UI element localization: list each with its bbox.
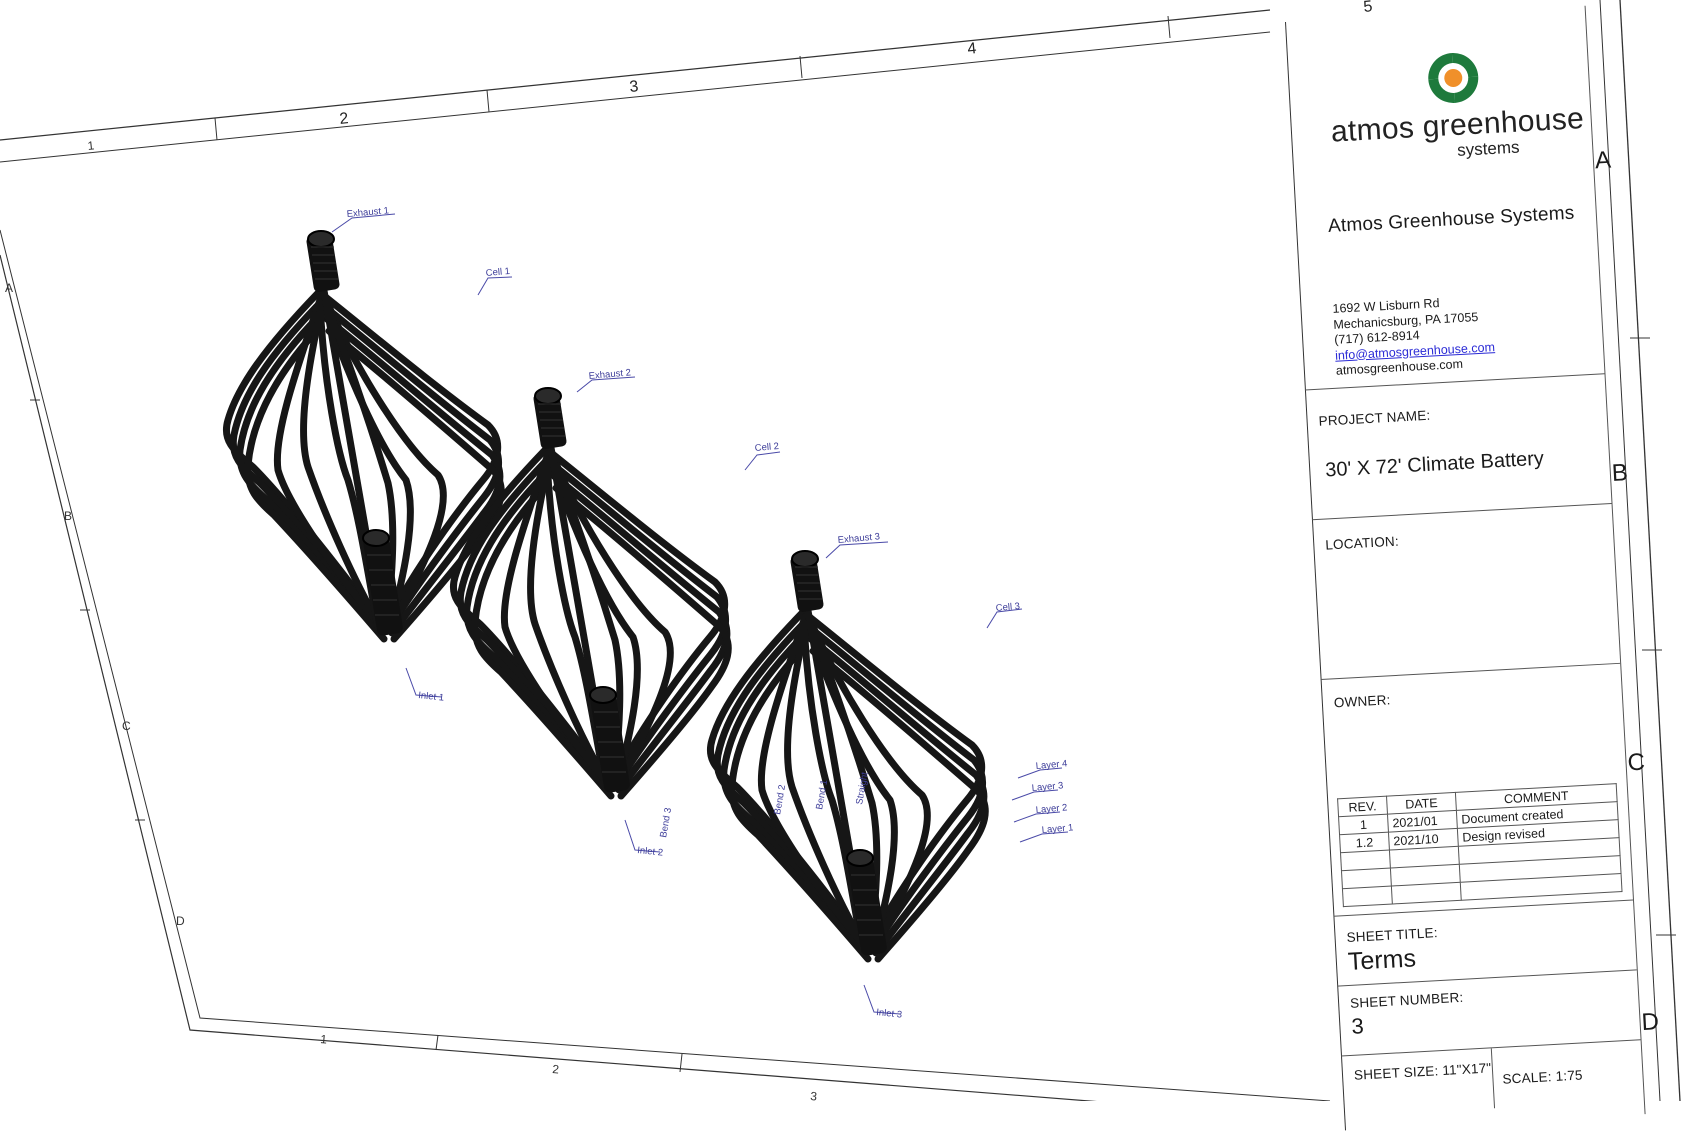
border-number: 4 <box>967 40 978 58</box>
company-logo: atmos greenhouse systems <box>1327 36 1593 160</box>
label-cell-3: Cell 3 <box>995 601 1020 614</box>
border-number: 1 <box>87 138 95 153</box>
coil-cell-3 <box>710 551 985 959</box>
label-bend-2: Bend 2 <box>772 784 788 816</box>
zone-letter-a: A <box>1594 146 1612 175</box>
label-layer-4: Layer 4 <box>1035 758 1068 772</box>
border-top-numbers: 1 2 3 4 5 <box>87 0 1374 153</box>
owner-label: OWNER: <box>1333 692 1391 711</box>
border-number: 2 <box>339 110 350 128</box>
title-block: atmos greenhouse systems Atmos Greenhous… <box>1285 4 1671 1131</box>
border-number: 2 <box>552 1062 560 1077</box>
border-letter: A <box>5 281 13 295</box>
label-bend-3: Bend 3 <box>658 807 674 839</box>
revision-table: REV. DATE COMMENT 1 2021/01 Document cre… <box>1337 783 1623 907</box>
sheet-title-label: SHEET TITLE: <box>1346 925 1439 945</box>
label-inlet-3: Inlet 3 <box>876 1007 903 1021</box>
project-name-label: PROJECT NAME: <box>1318 407 1431 429</box>
size-scale-divider <box>1490 1048 1496 1109</box>
label-cell-1: Cell 1 <box>485 266 510 279</box>
label-cell-2: Cell 2 <box>754 441 779 454</box>
zone-letter-b: B <box>1611 459 1629 487</box>
border-number: 1 <box>320 1032 328 1047</box>
sheet-size: SHEET SIZE: 11"X17" <box>1353 1060 1492 1083</box>
logo-subword: systems <box>1456 137 1520 160</box>
zone-letter-d: D <box>1640 1008 1660 1037</box>
location-zone: LOCATION: <box>1311 503 1621 681</box>
location-label: LOCATION: <box>1324 533 1400 553</box>
sheet-size-zone: SHEET SIZE: 11"X17" SCALE: 1:75 <box>1340 1039 1645 1131</box>
swirl-logo-icon <box>1428 53 1479 103</box>
sheet-number-label: SHEET NUMBER: <box>1349 989 1464 1011</box>
border-letter: D <box>176 914 185 928</box>
border-bottom-numbers: 1 2 3 <box>320 1032 818 1101</box>
label-inlet-1: Inlet 1 <box>418 690 445 704</box>
sheet-title: Terms <box>1347 944 1417 976</box>
owner-zone: OWNER: <box>1320 662 1627 800</box>
zone-letter-c: C <box>1626 748 1646 777</box>
border-number: 3 <box>810 1089 818 1101</box>
project-zone: PROJECT NAME: 30' X 72' Climate Battery <box>1304 373 1612 521</box>
project-name: 30' X 72' Climate Battery <box>1324 447 1545 482</box>
border-number: 3 <box>629 78 640 96</box>
label-layer-1: Layer 1 <box>1041 822 1074 836</box>
border-number: 5 <box>1363 0 1374 16</box>
border-letter: C <box>122 719 131 733</box>
border-letter: B <box>64 509 72 523</box>
label-exhaust-3: Exhaust 3 <box>837 531 880 546</box>
company-address: 1692 W Lisburn Rd Mechanicsburg, PA 1705… <box>1332 293 1496 379</box>
label-exhaust-1: Exhaust 1 <box>346 205 389 220</box>
callout-labels: Exhaust 1 Exhaust 2 Exhaust 3 Cell 1 Cel… <box>346 205 1074 1020</box>
label-layer-3: Layer 3 <box>1031 780 1064 794</box>
label-exhaust-2: Exhaust 2 <box>588 367 631 382</box>
label-layer-2: Layer 2 <box>1035 802 1068 816</box>
sheet-scale: SCALE: 1:75 <box>1502 1067 1584 1087</box>
coil-cell-1 <box>226 231 501 639</box>
sheet-number: 3 <box>1350 1013 1365 1039</box>
label-inlet-2: Inlet 2 <box>637 845 664 859</box>
